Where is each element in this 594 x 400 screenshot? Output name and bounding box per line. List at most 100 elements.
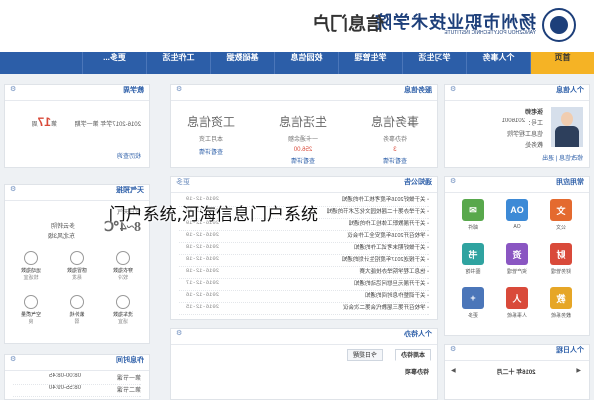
app-tile[interactable]: OA OA	[499, 199, 535, 239]
app-tile[interactable]: ✉ 邮件	[455, 199, 491, 239]
panel-header: 通知公告 更多	[171, 177, 437, 193]
news-item[interactable]: 关于做好期末考试工作的通知2016-12-18	[179, 243, 429, 255]
panel-title: 个人日程	[556, 347, 584, 354]
school-name-en: YANGZHOU POLYTECHNIC INSTITUTE	[444, 30, 536, 36]
todo-panel: 个人待办 ⚙ 本周待办 今日提醒 待办事项	[170, 328, 438, 400]
schedule-row: 第一节课 08:00-08:45	[13, 373, 141, 385]
user-id-label: 工号：	[524, 121, 543, 127]
weather-desc: 多云转阴	[50, 224, 75, 230]
tab-today[interactable]: 今日提醒	[346, 349, 383, 361]
news-item[interactable]: 关于调整作息时间的通知2016-12-16	[179, 291, 429, 303]
user-id-value: 2016001	[501, 118, 525, 124]
settings-icon[interactable]: ⚙	[450, 85, 456, 93]
hr-icon: 人	[506, 287, 528, 309]
panel-title: 作息时间	[116, 357, 144, 364]
settings-icon[interactable]: ⚙	[450, 345, 456, 353]
schedule-panel: 作息时间 ⚙ 第一节课 08:00-08:45 第二节课 08:55-09:40	[4, 354, 150, 400]
weather-index: 穿衣指数 较冷	[101, 251, 145, 281]
app-tile[interactable]: + 更多	[455, 287, 491, 327]
service-box-affairs[interactable]: 事务信息 待办事务 3 查看详情	[365, 107, 425, 165]
panel-header: 常用应用 ⚙	[445, 177, 589, 193]
settings-icon[interactable]: ⚙	[10, 185, 16, 193]
nav-item-personal[interactable]: 个人事务	[466, 52, 530, 74]
panel-header: 服务信息 ⚙	[171, 85, 437, 101]
site-header: 扬州市职业技术学院 YANGZHOU POLYTECHNIC INSTITUTE…	[0, 0, 594, 52]
chevron-right-icon[interactable]: ▶	[451, 367, 456, 376]
app-tile[interactable]: 书图书馆	[455, 243, 491, 283]
panel-header: 个人信息 ⚙	[445, 85, 589, 101]
todo-header: 待办事项	[404, 370, 429, 376]
mail-icon: ✉	[462, 199, 484, 221]
nav-item-campus[interactable]: 校园信息	[274, 52, 338, 74]
panel-title: 通知公告	[404, 179, 432, 186]
nav-item-work[interactable]: 工作生活	[146, 52, 210, 74]
calendar-link[interactable]: 校历查询	[117, 151, 141, 160]
app-tile[interactable]: 人人事系统	[499, 287, 535, 327]
settings-icon[interactable]: ⚙	[10, 355, 16, 363]
nav-item-study[interactable]: 学习生活	[402, 52, 466, 74]
sport-icon	[24, 251, 38, 265]
panel-title: 教学周	[123, 87, 144, 94]
nav-item-more[interactable]: 更多...	[82, 52, 146, 74]
panel-header: 个人待办 ⚙	[171, 329, 437, 345]
app-tile[interactable]: 资资产管理	[499, 243, 535, 283]
user-id-row: 工号： 2016001	[502, 118, 543, 127]
main-nav: 首页 个人事务 学习生活 学生管理 校园信息 基础数据 工作生活 更多...	[0, 52, 594, 74]
apps-panel: 常用应用 ⚙ 文公文 OA OA ✉ 邮件 财财务管理 资资产管理 书图书馆 教教务系…	[444, 176, 590, 336]
news-item[interactable]: 关于开展元旦慰问活动的通知2016-12-17	[179, 279, 429, 291]
term-name: 2016-2017学年 第一学期	[74, 122, 141, 128]
panel-title: 天气预报	[116, 187, 144, 194]
service-box-salary[interactable]: 工资信息 本月工资 查看详情	[181, 107, 241, 157]
service-box-life[interactable]: 生活信息 一卡通余额 256.00 查看详情	[273, 107, 333, 165]
news-panel: 通知公告更多 关于做好2016年度考核工作的通知2016-12-19 关于举办第…	[170, 176, 438, 320]
panel-header: 教学周 ⚙	[5, 85, 149, 101]
academic-icon: 教	[550, 287, 572, 309]
plus-icon: +	[462, 287, 484, 309]
calendar-nav: ◀ 2016年 十二月 ▶	[451, 367, 581, 376]
calendar-panel: 个人日程 ⚙ ◀ 2016年 十二月 ▶	[444, 344, 590, 400]
app-tile[interactable]: 文公文	[543, 199, 579, 239]
services-panel: 服务信息 ⚙ 事务信息 待办事务 3 查看详情 生活信息 一卡通余额 256.00 查看详情 …	[170, 84, 438, 168]
weather-index: 运动指数 较适宜	[9, 251, 53, 281]
news-item[interactable]: 关于报送2017年度招生计划的通知2016-12-18	[179, 255, 429, 267]
settings-icon[interactable]: ⚙	[176, 85, 182, 93]
car-wash-icon	[116, 295, 130, 309]
news-item[interactable]: 学校召开第三届教代会第二次会议2016-12-15	[179, 303, 429, 315]
portal-title: 信息门户	[312, 14, 384, 34]
weather-index: 紫外线弱	[55, 295, 99, 325]
nav-item-students[interactable]: 学生管理	[338, 52, 402, 74]
more-link[interactable]: 更多	[176, 177, 190, 187]
chevron-left-icon[interactable]: ◀	[576, 367, 581, 376]
weather-index: 感冒指数 易发	[55, 251, 99, 281]
schedule-list: 第一节课 08:00-08:45 第二节课 08:55-09:40	[5, 371, 149, 399]
settings-icon[interactable]: ⚙	[10, 85, 16, 93]
library-icon: 书	[462, 243, 484, 265]
news-item[interactable]: 学校召开2016年度安全工作会议2016-12-19	[179, 231, 429, 243]
user-dept: 信息工程学院	[506, 132, 543, 138]
user-unit: 教务处	[524, 143, 543, 149]
watermark-caption: 门户系统,河海信息门户系统	[108, 205, 318, 225]
settings-icon[interactable]: ⚙	[176, 329, 182, 337]
app-tile[interactable]: 财财务管理	[543, 243, 579, 283]
user-links[interactable]: 修改信息 | 退出	[542, 153, 583, 162]
settings-icon[interactable]: ⚙	[450, 177, 456, 185]
weather-index: 洗车指数 适宜	[101, 295, 145, 325]
tab-this-week[interactable]: 本周待办	[394, 349, 431, 361]
panel-header: 作息时间 ⚙	[5, 355, 149, 371]
week-row: 第 17 周	[31, 115, 57, 129]
nav-item-home[interactable]: 首页	[530, 52, 594, 74]
panel-title: 个人待办	[404, 331, 432, 338]
finance-icon: 财	[550, 243, 572, 265]
avatar	[551, 107, 583, 147]
panel-title: 服务信息	[404, 87, 432, 94]
user-name: 张老师	[524, 110, 543, 116]
calendar-month: 2016年 十二月	[496, 370, 536, 376]
personal-info-panel: 个人信息 ⚙ 张老师 工号： 2016001 信息工程学院 教务处 修改信息 | …	[444, 84, 590, 168]
uv-icon	[70, 295, 84, 309]
term-panel: 教学周 ⚙ 2016-2017学年 第一学期 第 17 周 校历查询	[4, 84, 150, 168]
news-item[interactable]: 信息工程学院举办技能大赛2016-12-18	[179, 267, 429, 279]
week-number: 17	[37, 115, 51, 129]
app-tile[interactable]: 教教务系统	[543, 287, 579, 327]
panel-title: 常用应用	[556, 179, 584, 186]
nav-item-basedata[interactable]: 基础数据	[210, 52, 274, 74]
